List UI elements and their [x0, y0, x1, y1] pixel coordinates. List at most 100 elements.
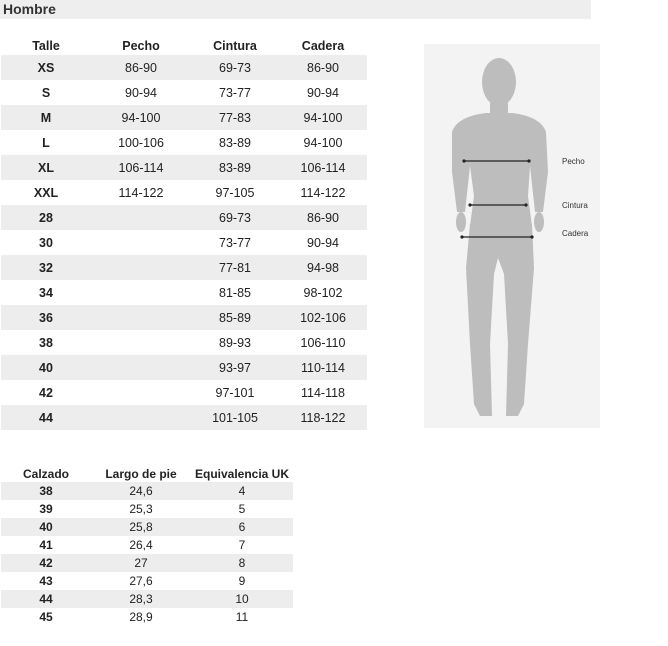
table-cell: 110-114	[279, 355, 367, 380]
table-cell: 94-100	[303, 135, 343, 150]
table-cell: 5	[238, 502, 246, 516]
table-cell: 86-90	[279, 55, 367, 80]
table-cell: 38	[1, 482, 91, 500]
table-cell: 69-73	[191, 205, 279, 230]
table-cell: 106-110	[300, 335, 346, 350]
column-header: Cadera	[301, 38, 345, 53]
size-row: 28 69-73 86-90	[1, 205, 367, 230]
size-row: 38 89-93 106-110	[1, 330, 367, 355]
shoe-row: 42 27 8	[1, 554, 293, 572]
table-cell: S	[41, 85, 51, 100]
table-cell: 44	[1, 405, 91, 430]
table-cell: 90-94	[125, 85, 157, 100]
shoe-row: 41 26,4 7	[1, 536, 293, 554]
size-row: 42 97-101 114-118	[1, 380, 367, 405]
shoe-size-table: Calzado Largo de pie Equivalencia UK 38 24,…	[1, 465, 293, 626]
size-row: XXL 114-122 97-105 114-122	[1, 180, 367, 205]
shoe-row: 40 25,8 6	[1, 518, 293, 536]
table-cell: 114-118	[300, 385, 346, 400]
table-cell: 7	[238, 538, 246, 552]
column-header: Calzado	[22, 466, 69, 481]
size-row: XL 106-114 83-89 106-114	[1, 155, 367, 180]
table-cell: 44	[1, 590, 91, 608]
table-cell: 11	[235, 610, 249, 624]
table-cell: 77-81	[191, 255, 279, 280]
table-cell: 42	[1, 554, 91, 572]
table-cell: M	[1, 105, 91, 130]
table-cell: 114-122	[300, 185, 346, 200]
size-row: L 100-106 83-89 94-100	[1, 130, 367, 155]
table-cell: 27	[91, 554, 191, 572]
table-cell: 73-77	[219, 85, 251, 100]
table-cell: 83-89	[191, 155, 279, 180]
table-cell: 94-98	[279, 255, 367, 280]
table-cell: 36	[1, 305, 91, 330]
table-cell: 4	[191, 482, 293, 500]
shoe-row: 45 28,9 11	[1, 608, 293, 626]
table-cell	[91, 280, 191, 305]
size-table: Talle Pecho Cintura Cadera XS 86-90 69-73 86-9…	[1, 36, 367, 430]
size-row: 32 77-81 94-98	[1, 255, 367, 280]
column-header: Pecho	[122, 38, 160, 53]
table-cell	[91, 380, 191, 405]
table-cell: 25,8	[91, 518, 191, 536]
shoe-row: 43 27,6 9	[1, 572, 293, 590]
table-cell: L	[42, 135, 50, 150]
size-table-header: Talle Pecho Cintura Cadera	[1, 36, 367, 55]
table-cell: 40	[1, 355, 91, 380]
shoe-table-header: Calzado Largo de pie Equivalencia UK	[1, 465, 293, 482]
size-row: 30 73-77 90-94	[1, 230, 367, 255]
waist-label: Cintura	[562, 201, 588, 210]
size-row: XS 86-90 69-73 86-90	[1, 55, 367, 80]
column-header: Largo de pie	[105, 466, 177, 481]
table-cell: 81-85	[219, 285, 251, 300]
body-measurement-figure: Pecho Cintura Cadera	[424, 44, 600, 428]
shoe-row: 39 25,3 5	[1, 500, 293, 518]
table-cell: 41	[39, 538, 53, 552]
table-cell: 28,9	[129, 610, 153, 624]
chest-label: Pecho	[562, 157, 585, 166]
table-cell: 42	[39, 385, 53, 400]
table-cell: 73-77	[219, 235, 251, 250]
table-cell: 25,3	[129, 502, 153, 516]
table-cell: 30	[39, 235, 53, 250]
table-cell: 90-94	[307, 85, 339, 100]
table-cell: 90-94	[307, 235, 339, 250]
size-row: 44 101-105 118-122	[1, 405, 367, 430]
table-cell: 97-105	[215, 185, 255, 200]
table-cell: 43	[39, 574, 53, 588]
shoe-row: 38 24,6 4	[1, 482, 293, 500]
table-cell: 9	[238, 574, 246, 588]
size-row: S 90-94 73-77 90-94	[1, 80, 367, 105]
table-cell: 97-101	[215, 385, 255, 400]
table-cell: 86-90	[279, 205, 367, 230]
size-row: 40 93-97 110-114	[1, 355, 367, 380]
table-cell: 102-106	[279, 305, 367, 330]
title-bar: Hombre	[0, 0, 591, 19]
table-cell: 94-100	[91, 105, 191, 130]
size-row: 36 85-89 102-106	[1, 305, 367, 330]
table-cell: 28,3	[91, 590, 191, 608]
table-cell	[91, 330, 191, 355]
table-cell: 26,4	[129, 538, 153, 552]
table-cell: XL	[1, 155, 91, 180]
table-cell: 100-106	[118, 135, 164, 150]
table-cell	[91, 230, 191, 255]
table-cell: 39	[39, 502, 53, 516]
size-row: 34 81-85 98-102	[1, 280, 367, 305]
table-cell: 24,6	[91, 482, 191, 500]
table-cell: 93-97	[191, 355, 279, 380]
table-cell	[91, 205, 191, 230]
table-cell: 8	[191, 554, 293, 572]
table-cell: 98-102	[303, 285, 343, 300]
table-cell: 118-122	[279, 405, 367, 430]
table-cell: 77-83	[191, 105, 279, 130]
table-cell: XS	[1, 55, 91, 80]
table-cell: 28	[1, 205, 91, 230]
table-cell: 86-90	[91, 55, 191, 80]
table-cell: 6	[191, 518, 293, 536]
table-cell	[91, 355, 191, 380]
column-header: Talle	[32, 38, 60, 53]
table-cell: 101-105	[191, 405, 279, 430]
table-cell: 32	[1, 255, 91, 280]
